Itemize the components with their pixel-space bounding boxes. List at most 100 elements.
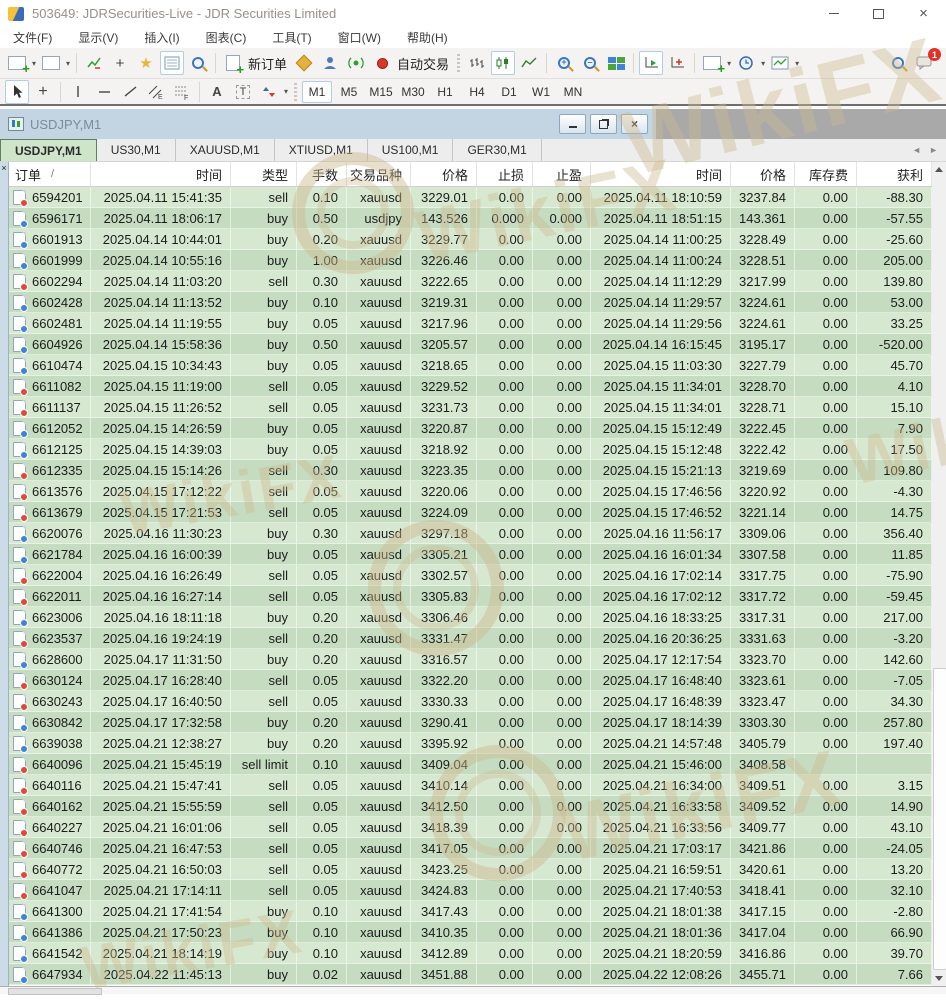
line-chart-button[interactable]: [517, 51, 541, 75]
table-row[interactable]: 66220042025.04.16 16:26:49sell0.05xauusd…: [9, 565, 932, 586]
column-header-order[interactable]: 订单/: [9, 162, 91, 186]
tab-scroll-right-icon[interactable]: ►: [929, 145, 938, 155]
tick-chart-button[interactable]: [82, 51, 106, 75]
table-row[interactable]: 66024282025.04.14 11:13:52buy0.10xauusd3…: [9, 292, 932, 313]
chart-tab-5[interactable]: GER30,M1: [453, 139, 541, 161]
table-row[interactable]: 66286002025.04.17 11:31:50buy0.20xauusd3…: [9, 649, 932, 670]
table-row[interactable]: 66413002025.04.21 17:41:54buy0.10xauusd3…: [9, 901, 932, 922]
tile-windows-button[interactable]: [604, 51, 628, 75]
profiles-dropdown-caret[interactable]: ▾: [66, 59, 70, 68]
column-header-swap[interactable]: 库存费: [795, 162, 857, 186]
table-row[interactable]: 66135762025.04.15 17:12:22sell0.05xauusd…: [9, 481, 932, 502]
window-maximize-button[interactable]: [856, 0, 901, 27]
menu-item-4[interactable]: 工具(T): [259, 27, 324, 48]
arrows-dropdown-caret[interactable]: ▾: [284, 87, 288, 96]
table-row[interactable]: 66415422025.04.21 18:14:19buy0.10xauusd3…: [9, 943, 932, 964]
timeframe-m30-button[interactable]: M30: [398, 81, 428, 103]
timeframe-d1-button[interactable]: D1: [494, 81, 524, 103]
chart-shift-button[interactable]: [665, 51, 689, 75]
chart-restore-button[interactable]: [590, 114, 617, 134]
table-row[interactable]: 66136792025.04.15 17:21:53sell0.05xauusd…: [9, 502, 932, 523]
search-button[interactable]: [886, 51, 910, 75]
table-row[interactable]: 66407462025.04.21 16:47:53sell0.05xauusd…: [9, 838, 932, 859]
column-header-close_price[interactable]: 价格: [731, 162, 795, 186]
column-header-symbol[interactable]: 交易品种: [347, 162, 411, 186]
column-header-type[interactable]: 类型: [231, 162, 297, 186]
vertical-line-button[interactable]: [66, 80, 90, 104]
cursor-button[interactable]: [5, 80, 29, 104]
zoom-out-button[interactable]: –: [578, 51, 602, 75]
column-header-lots[interactable]: 手数: [297, 162, 347, 186]
table-row[interactable]: 66301242025.04.17 16:28:40sell0.05xauusd…: [9, 670, 932, 691]
trendline-button[interactable]: [118, 80, 142, 104]
horizontal-scrollbar-thumb[interactable]: [8, 988, 102, 995]
periods-dropdown-caret[interactable]: ▾: [761, 59, 765, 68]
column-header-open_time[interactable]: 时间: [91, 162, 231, 186]
chart-tab-2[interactable]: XAUUSD,M1: [176, 139, 275, 161]
table-row[interactable]: 66123352025.04.15 15:14:26sell0.30xauusd…: [9, 460, 932, 481]
profiles-button[interactable]: [39, 51, 63, 75]
table-row[interactable]: 66220112025.04.16 16:27:14sell0.05xauusd…: [9, 586, 932, 607]
horizontal-scrollbar[interactable]: [0, 986, 946, 994]
timeframe-h4-button[interactable]: H4: [462, 81, 492, 103]
chart-tab-1[interactable]: US30,M1: [97, 139, 176, 161]
terminal-close-icon[interactable]: ×: [0, 163, 8, 173]
menu-item-1[interactable]: 显示(V): [65, 27, 131, 48]
column-header-open_price[interactable]: 价格: [411, 162, 477, 186]
new-order-label[interactable]: 新订单: [248, 54, 287, 73]
fibonacci-button[interactable]: F: [170, 80, 194, 104]
table-row[interactable]: 66413862025.04.21 17:50:23buy0.10xauusd3…: [9, 922, 932, 943]
chart-tab-4[interactable]: US100,M1: [368, 139, 454, 161]
table-row[interactable]: 66120522025.04.15 14:26:59buy0.05xauusd3…: [9, 418, 932, 439]
table-row[interactable]: 66024812025.04.14 11:19:55buy0.05xauusd3…: [9, 313, 932, 334]
scrollbar-thumb[interactable]: [933, 668, 946, 970]
column-header-tp[interactable]: 止盈: [533, 162, 591, 186]
candlestick-chart-button[interactable]: [491, 51, 515, 75]
community-button[interactable]: [318, 51, 342, 75]
column-header-sl[interactable]: 止损: [477, 162, 533, 186]
column-header-close_time[interactable]: 时间: [591, 162, 731, 186]
new-chart-button[interactable]: +: [5, 51, 29, 75]
zoom-window-button[interactable]: [186, 51, 210, 75]
periods-button[interactable]: [734, 51, 758, 75]
table-row[interactable]: 66230062025.04.16 18:11:18buy0.20xauusd3…: [9, 607, 932, 628]
column-header-profit[interactable]: 获利: [857, 162, 932, 186]
timeframe-m5-button[interactable]: M5: [334, 81, 364, 103]
tab-scroll-left-icon[interactable]: ◄: [912, 145, 921, 155]
chart-tab-3[interactable]: XTIUSD,M1: [275, 139, 368, 161]
crosshair-tool-button[interactable]: +: [31, 80, 55, 104]
table-row[interactable]: 66104742025.04.15 10:34:43buy0.05xauusd3…: [9, 355, 932, 376]
timeframe-mn-button[interactable]: MN: [558, 81, 588, 103]
chart-minimize-button[interactable]: [559, 114, 586, 134]
bar-chart-button[interactable]: [465, 51, 489, 75]
templates-button[interactable]: [768, 51, 792, 75]
table-row[interactable]: 66308422025.04.17 17:32:58buy0.20xauusd3…: [9, 712, 932, 733]
auto-scroll-button[interactable]: [639, 51, 663, 75]
templates-dropdown-caret[interactable]: ▾: [795, 59, 799, 68]
table-row[interactable]: 66401162025.04.21 15:47:41sell0.05xauusd…: [9, 775, 932, 796]
table-row[interactable]: 66302432025.04.17 16:40:50sell0.05xauusd…: [9, 691, 932, 712]
scroll-down-button[interactable]: [932, 971, 946, 986]
table-row[interactable]: 66407722025.04.21 16:50:03sell0.05xauusd…: [9, 859, 932, 880]
chart-tab-0[interactable]: USDJPY,M1: [0, 139, 97, 161]
table-row[interactable]: 66402272025.04.21 16:01:06sell0.05xauusd…: [9, 817, 932, 838]
timeframe-w1-button[interactable]: W1: [526, 81, 556, 103]
metaeditor-button[interactable]: [292, 51, 316, 75]
crosshair-mode-button[interactable]: +: [108, 51, 132, 75]
zoom-in-button[interactable]: +: [552, 51, 576, 75]
table-row[interactable]: 66401622025.04.21 15:55:59sell0.05xauusd…: [9, 796, 932, 817]
horizontal-line-button[interactable]: [92, 80, 116, 104]
table-row[interactable]: 66019132025.04.14 10:44:01buy0.20xauusd3…: [9, 229, 932, 250]
new-order-button[interactable]: +: [221, 51, 245, 75]
table-row[interactable]: 66390382025.04.21 12:38:27buy0.20xauusd3…: [9, 733, 932, 754]
table-row[interactable]: 66121252025.04.15 14:39:03buy0.05xauusd3…: [9, 439, 932, 460]
table-row[interactable]: 66217842025.04.16 16:00:39buy0.05xauusd3…: [9, 544, 932, 565]
window-close-button[interactable]: ×: [901, 0, 946, 27]
news-button[interactable]: [344, 51, 368, 75]
timeframe-h1-button[interactable]: H1: [430, 81, 460, 103]
new-chart-dropdown-caret[interactable]: ▾: [32, 59, 36, 68]
timeframe-m15-button[interactable]: M15: [366, 81, 396, 103]
scroll-up-button[interactable]: [932, 162, 946, 177]
terminal-panel-edge[interactable]: ×: [0, 162, 8, 986]
table-row[interactable]: 66400962025.04.21 15:45:19sell limit0.10…: [9, 754, 932, 775]
